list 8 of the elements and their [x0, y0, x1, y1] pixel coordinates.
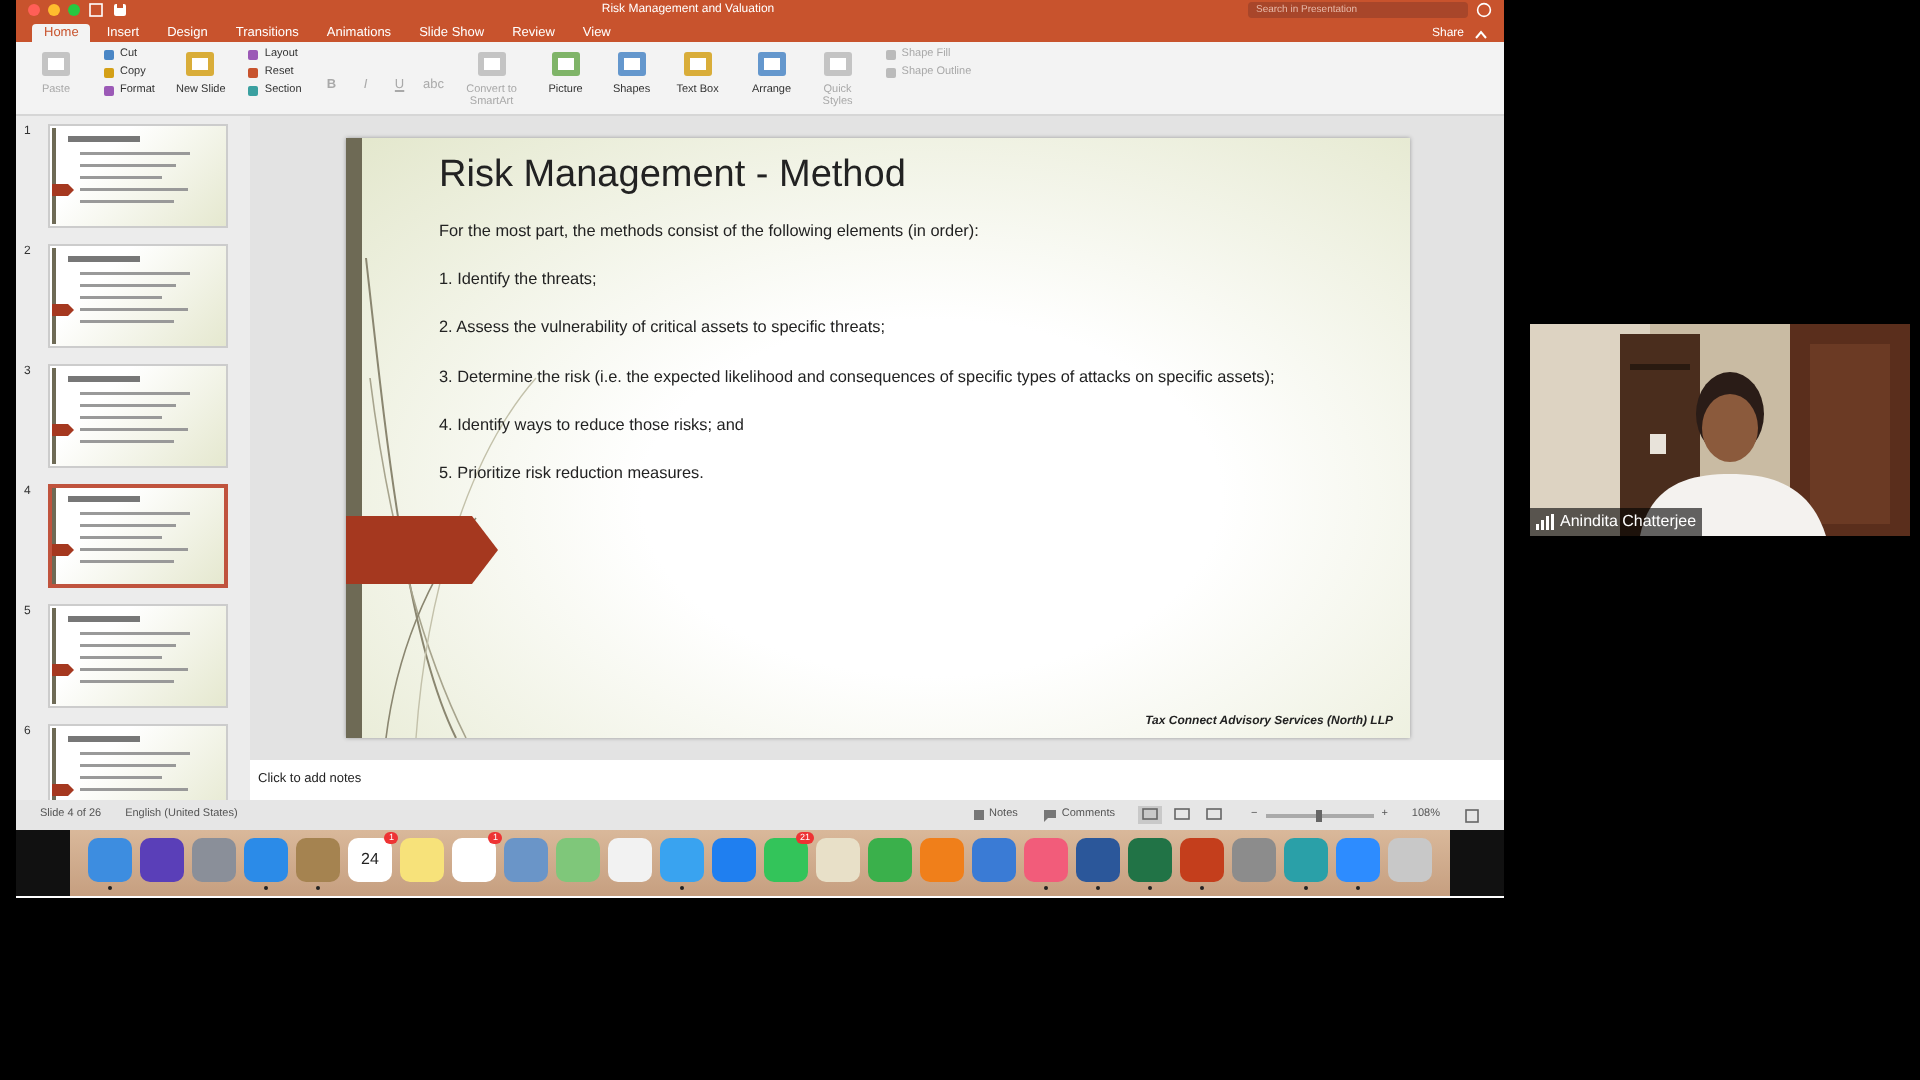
- participant-name: Anindita Chatterjee: [1560, 510, 1697, 534]
- list-item: 5. Prioritize risk reduction measures.: [439, 462, 706, 487]
- list-item: 2. Assess the vulnerability of critical assets to specific threats;: [439, 316, 887, 341]
- slide-title: Risk Management - Method: [439, 154, 908, 200]
- list-item: 4. Identify ways to reduce those risks; and: [439, 413, 746, 438]
- slide-text: For the most part, the methods consist of the following elements (in order):: [439, 219, 981, 244]
- list-item: 3. Determine the risk (i.e. the expected likelihood and consequences of specific types of attacks on specific assets);: [439, 365, 1277, 390]
- list-item: 1. Identify the threats;: [439, 268, 599, 293]
